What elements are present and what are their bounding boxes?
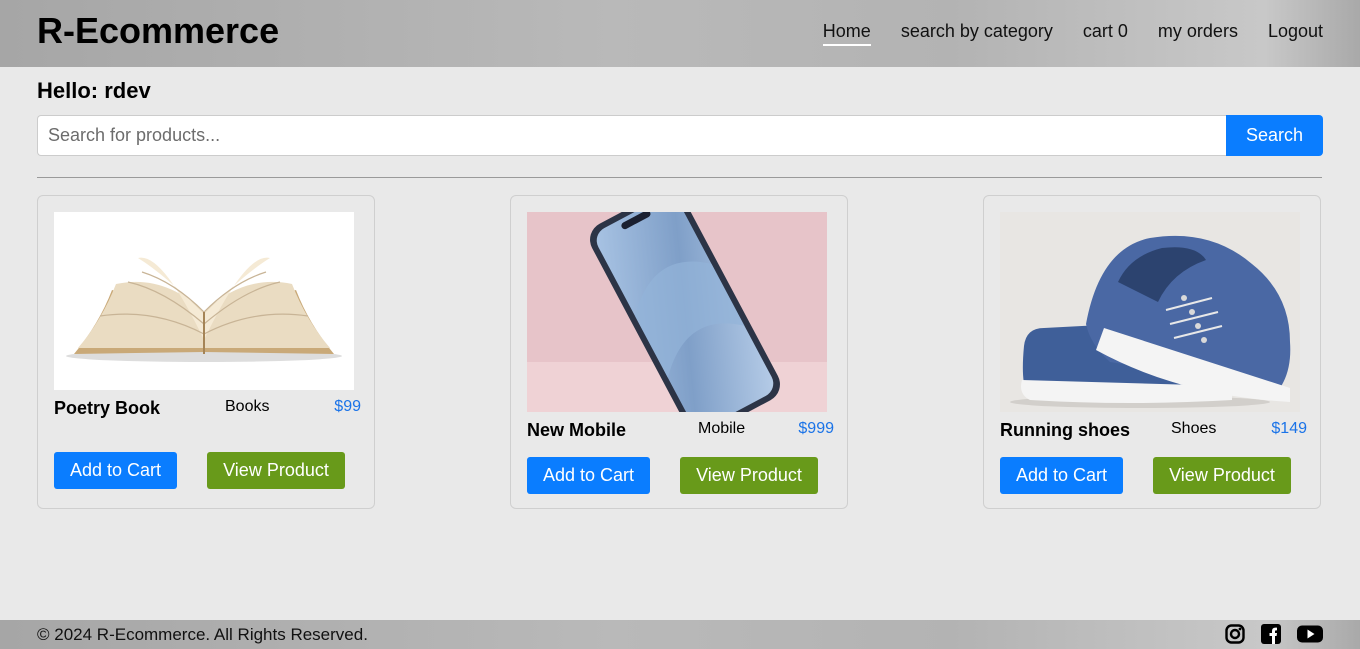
blue-sneakers-image[interactable] [1000,212,1300,412]
product-name: Poetry Book [54,398,161,418]
add-to-cart-button[interactable]: Add to Cart [54,452,177,489]
search-bar: Search [37,115,1323,156]
product-card: New Mobile Mobile $999 Add to Cart View … [510,195,848,509]
copyright-text: © 2024 R-Ecommerce. All Rights Reserved. [37,625,368,644]
search-button[interactable]: Search [1226,115,1323,156]
nav-logout-link[interactable]: Logout [1268,20,1323,46]
product-price: $999 [798,420,834,437]
product-price: $149 [1271,420,1307,437]
add-to-cart-button[interactable]: Add to Cart [527,457,650,494]
product-meta: Poetry Book Books $99 [54,398,361,422]
nav-links: Home search by category cart 0 my orders… [822,20,1323,46]
view-product-button[interactable]: View Product [1153,457,1291,494]
product-card: Poetry Book Books $99 Add to Cart View P… [37,195,375,509]
view-product-button[interactable]: View Product [680,457,818,494]
product-price: $99 [334,398,361,415]
youtube-icon[interactable] [1297,624,1323,649]
product-name: New Mobile [527,420,627,440]
product-name: Running shoes [1000,420,1130,440]
product-category: Mobile [698,420,746,437]
divider [37,177,1322,178]
facebook-icon[interactable] [1261,624,1281,649]
product-category: Books [225,398,270,415]
search-input[interactable] [37,115,1226,156]
nav-cart-link[interactable]: cart 0 [1083,20,1128,46]
product-meta: Running shoes Shoes $149 [1000,420,1307,444]
nav-home-link[interactable]: Home [822,20,871,46]
instagram-icon[interactable] [1225,624,1245,649]
product-meta: New Mobile Mobile $999 [527,420,834,444]
add-to-cart-button[interactable]: Add to Cart [1000,457,1123,494]
social-links [1225,624,1323,649]
smartphone-image[interactable] [527,212,827,412]
greeting: Hello: rdev [37,78,151,103]
product-card: Running shoes Shoes $149 Add to Cart Vie… [983,195,1321,509]
product-category: Shoes [1171,420,1217,437]
view-product-button[interactable]: View Product [207,452,345,489]
nav-category-link[interactable]: search by category [901,20,1053,46]
navbar: R-Ecommerce Home search by category cart… [0,0,1360,67]
footer: © 2024 R-Ecommerce. All Rights Reserved. [0,620,1360,649]
brand-logo[interactable]: R-Ecommerce [37,10,279,52]
nav-orders-link[interactable]: my orders [1158,20,1238,46]
open-book-image[interactable] [54,212,354,390]
